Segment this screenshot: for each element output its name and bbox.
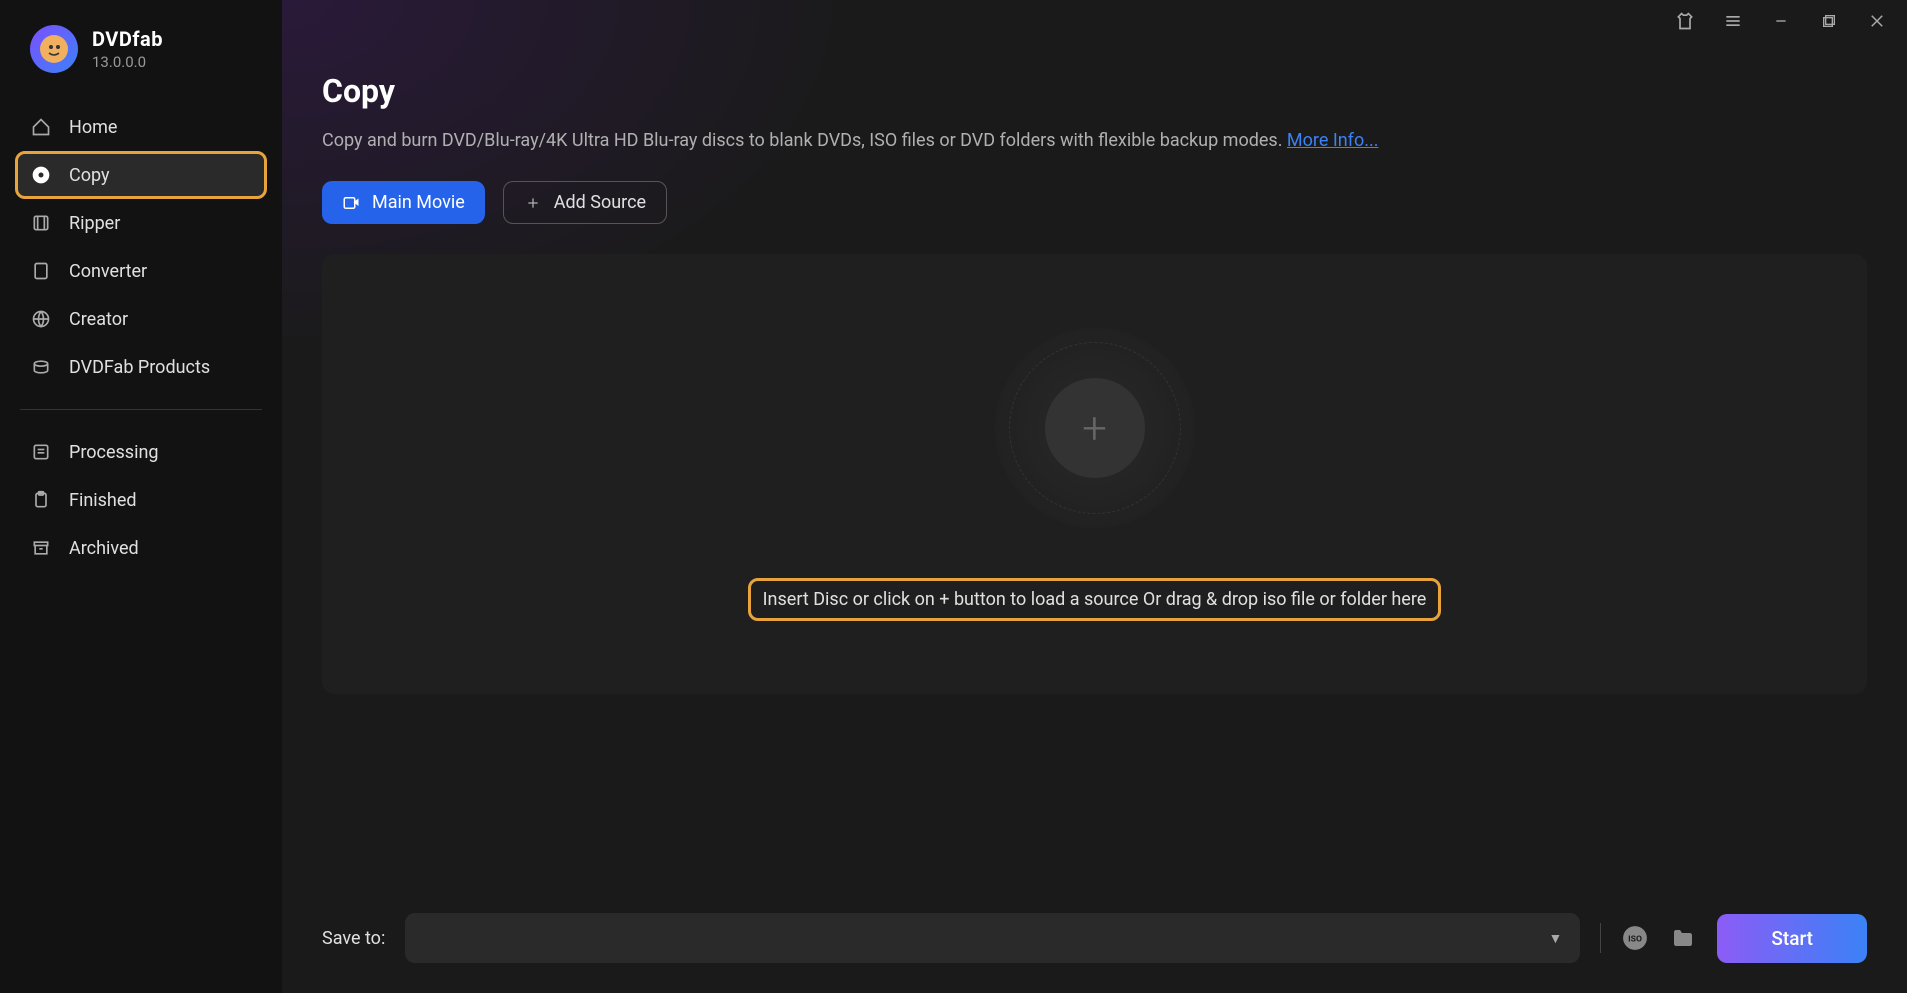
shirt-icon[interactable] (1675, 11, 1695, 31)
nav-item-copy[interactable]: Copy (15, 151, 267, 199)
film-icon (30, 212, 52, 234)
app-version: 13.0.0.0 (92, 53, 163, 71)
globe-icon (30, 308, 52, 330)
nav-label: Creator (69, 309, 128, 330)
plus-icon: + (1082, 402, 1107, 454)
nav-label: Copy (69, 165, 110, 186)
nav-item-archived[interactable]: Archived (15, 524, 267, 572)
nav-label: Converter (69, 261, 147, 282)
home-icon (30, 116, 52, 138)
nav-item-products[interactable]: DVDFab Products (15, 343, 267, 391)
close-icon[interactable] (1867, 11, 1887, 31)
nav-label: Finished (69, 490, 137, 511)
save-to-dropdown[interactable]: ▼ (405, 913, 1580, 963)
nav-label: DVDFab Products (69, 357, 210, 378)
drop-zone[interactable]: + Insert Disc or click on + button to lo… (322, 254, 1867, 694)
nav-item-converter[interactable]: Converter (15, 247, 267, 295)
page-title: Copy (322, 72, 1867, 110)
nav-item-home[interactable]: Home (15, 103, 267, 151)
logo-text: DVDfab 13.0.0.0 (92, 27, 163, 71)
movie-mode-icon (342, 194, 360, 212)
nav-divider (20, 409, 262, 410)
main-movie-button[interactable]: Main Movie (322, 181, 485, 224)
add-source-button[interactable]: Add Source (503, 181, 667, 224)
app-logo-icon (30, 25, 78, 73)
divider (1600, 923, 1601, 953)
minimize-icon[interactable] (1771, 11, 1791, 31)
main-area: Copy Copy and burn DVD/Blu-ray/4K Ultra … (282, 0, 1907, 993)
content: Copy Copy and burn DVD/Blu-ray/4K Ultra … (282, 42, 1907, 893)
maximize-icon[interactable] (1819, 11, 1839, 31)
nav-label: Home (69, 117, 117, 138)
disc-icon (30, 164, 52, 186)
add-source-plus-button[interactable]: + (1045, 378, 1145, 478)
drop-circle: + (995, 328, 1195, 528)
list-icon (30, 441, 52, 463)
disc-stack-icon (30, 356, 52, 378)
nav-item-processing[interactable]: Processing (15, 428, 267, 476)
titlebar (282, 0, 1907, 42)
nav-item-finished[interactable]: Finished (15, 476, 267, 524)
page-description: Copy and burn DVD/Blu-ray/4K Ultra HD Bl… (322, 130, 1867, 151)
svg-text:ISO: ISO (1628, 934, 1642, 944)
clipboard-icon (30, 489, 52, 511)
nav-list-tasks: Processing Finished Archived (0, 428, 282, 572)
footer: Save to: ▼ ISO Start (282, 893, 1907, 993)
archive-icon (30, 537, 52, 559)
logo-section: DVDfab 13.0.0.0 (0, 25, 282, 93)
drop-zone-hint: Insert Disc or click on + button to load… (748, 578, 1442, 621)
nav-label: Processing (69, 442, 159, 463)
save-to-label: Save to: (322, 928, 385, 949)
plus-icon (524, 194, 542, 212)
device-icon (30, 260, 52, 282)
start-button[interactable]: Start (1717, 914, 1867, 963)
iso-icon[interactable]: ISO (1621, 924, 1649, 952)
button-row: Main Movie Add Source (322, 181, 1867, 224)
nav-list-main: Home Copy Ripper Converter Creator (0, 93, 282, 391)
nav-item-ripper[interactable]: Ripper (15, 199, 267, 247)
chevron-down-icon: ▼ (1549, 930, 1563, 947)
nav-label: Ripper (69, 213, 120, 234)
folder-icon[interactable] (1669, 924, 1697, 952)
sidebar: DVDfab 13.0.0.0 Home Copy Ripper (0, 0, 282, 993)
nav-label: Archived (69, 538, 139, 559)
nav-item-creator[interactable]: Creator (15, 295, 267, 343)
menu-icon[interactable] (1723, 11, 1743, 31)
more-info-link[interactable]: More Info... (1287, 130, 1379, 151)
app-name: DVDfab (92, 27, 163, 51)
